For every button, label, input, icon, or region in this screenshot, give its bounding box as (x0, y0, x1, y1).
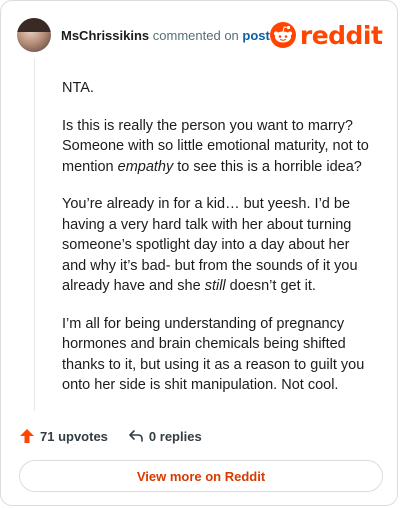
comment-paragraph: I’m all for being understanding of pregn… (62, 314, 374, 396)
reply-button[interactable]: 0 replies (128, 428, 202, 444)
reply-arrow-icon (129, 430, 143, 442)
comment-paragraph: You’re already in for a kid… but yeesh. … (62, 194, 374, 297)
paragraph-text: doesn’t get it. (225, 278, 316, 294)
reddit-logo[interactable]: reddit (269, 20, 383, 50)
upvote-button[interactable]: 71 upvotes (19, 428, 108, 444)
reddit-wordmark: reddit (299, 20, 383, 50)
avatar[interactable] (17, 18, 51, 52)
view-more-button[interactable]: View more on Reddit (19, 460, 383, 492)
comment-meta: MsChrissikins commented on post (61, 28, 270, 43)
paragraph-text: I’m all for being understanding of pregn… (62, 315, 365, 394)
author-name[interactable]: MsChrissikins (61, 28, 149, 43)
paragraph-text: to see this is a horrible idea? (173, 158, 362, 175)
comment-paragraph: NTA. (62, 78, 374, 99)
thread-line (34, 59, 35, 411)
reddit-snoo-icon (269, 22, 296, 48)
upvote-count: 71 upvotes (40, 428, 108, 444)
action-text: commented on (152, 27, 239, 43)
comment-paragraph: Is this is really the person you want to… (62, 116, 374, 178)
emphasis-text: empathy (117, 158, 174, 175)
reply-count: 0 replies (148, 428, 202, 444)
comment-actions: 71 upvotes 0 replies (19, 426, 202, 446)
emphasis-text: still (204, 278, 226, 294)
upvote-arrow-icon (20, 429, 34, 443)
paragraph-text: NTA. (62, 80, 94, 96)
post-link[interactable]: post (242, 28, 269, 43)
comment-header: MsChrissikins commented on post reddit (17, 15, 383, 55)
comment-body: NTA. Is this is really the person you wan… (62, 78, 374, 413)
embedded-comment-card: MsChrissikins commented on post reddit N… (0, 0, 398, 506)
